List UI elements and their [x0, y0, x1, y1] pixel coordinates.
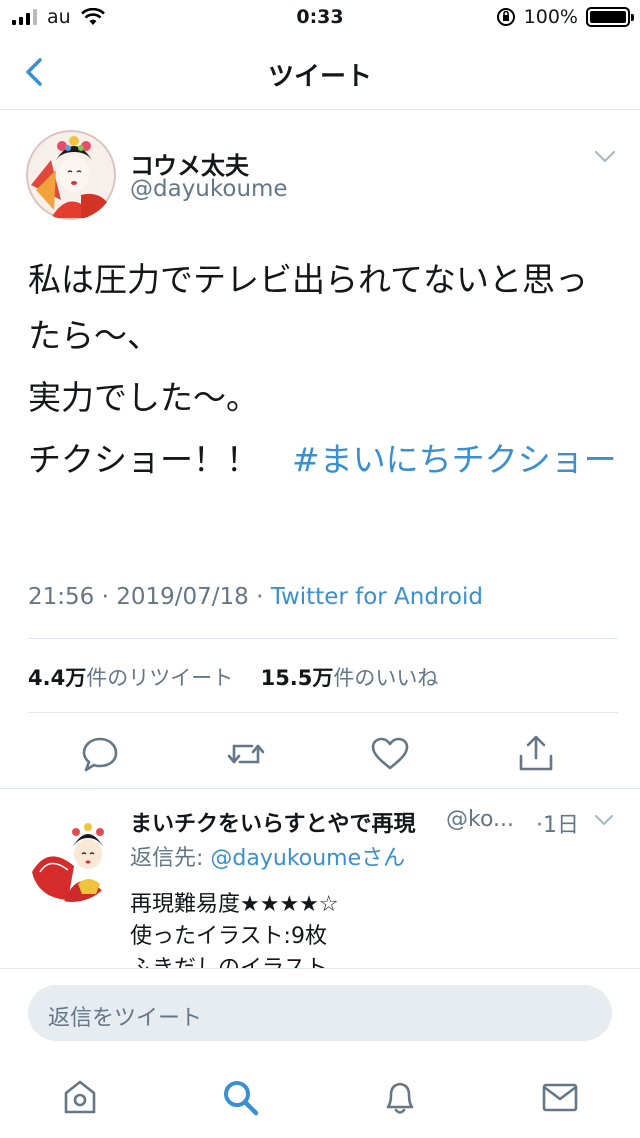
author-handle[interactable]: @dayukoume	[130, 176, 288, 202]
tweet-timestamp: 21:56 · 2019/07/18 ·	[28, 584, 271, 610]
tweet-stats: 4.4万件のリツイート 15.5万件のいいね	[28, 662, 438, 692]
tab-bar	[0, 1069, 640, 1129]
reply-icon[interactable]	[80, 734, 120, 774]
reply-to-mention[interactable]: @dayukoumeさん	[210, 846, 405, 871]
heart-icon[interactable]	[370, 734, 410, 774]
tweet-text-line: チクショー！！ #まいにちチクショー	[28, 432, 618, 488]
reply-author-name[interactable]: まいチクをいらすとやで再現	[130, 806, 416, 838]
search-icon[interactable]	[220, 1077, 260, 1117]
tweet-meta: 21:56 · 2019/07/18 · Twitter for Android	[28, 584, 483, 610]
orientation-lock-icon	[496, 8, 515, 26]
avatar[interactable]	[26, 130, 116, 220]
tweet-text: 私は圧力でテレビ出られてないと思ったら〜、 実力でした〜。 チクショー！！ #ま…	[28, 252, 618, 494]
like-label: 件のいいね	[333, 666, 439, 690]
divider	[0, 788, 640, 789]
reply-avatar[interactable]	[28, 814, 116, 902]
home-icon[interactable]	[60, 1077, 100, 1117]
nav-bar: ツイート	[0, 36, 640, 110]
retweet-stat[interactable]: 4.4万件のリツイート	[28, 666, 233, 690]
page-title: ツイート	[267, 62, 372, 92]
reply-text-line: ふきだしのイラスト	[130, 950, 328, 968]
bell-icon[interactable]	[380, 1077, 420, 1117]
tweet-actions	[0, 730, 640, 788]
reply-author-handle[interactable]: @ko...	[446, 807, 514, 832]
tweet-text-segment: チクショー！！	[28, 440, 292, 479]
reply-time: ·1日	[536, 813, 579, 838]
battery-icon	[586, 7, 634, 27]
tweet-text-line: 私は圧力でテレビ出られてないと思ったら〜、	[28, 260, 589, 355]
divider	[28, 638, 618, 639]
share-icon[interactable]	[516, 734, 556, 774]
tweet-source-link[interactable]: Twitter for Android	[271, 584, 483, 610]
status-right: 100%	[496, 6, 634, 28]
divider	[28, 712, 618, 713]
reply-tweet[interactable]: まいチクをいらすとやで再現 @ko... ·1日 返信先: @dayukoume…	[0, 790, 640, 968]
retweet-icon[interactable]	[226, 734, 266, 774]
retweet-count: 4.4万	[28, 666, 87, 690]
mail-icon[interactable]	[540, 1077, 580, 1117]
reply-to-label: 返信先:	[130, 846, 211, 871]
like-count: 15.5万	[260, 666, 334, 690]
compose-area: 返信をツイート	[0, 968, 640, 1138]
chevron-down-icon[interactable]	[594, 150, 616, 164]
status-bar: au 0:33 100%	[0, 0, 640, 36]
reply-text-line: 再現難易度★★★★☆	[130, 892, 339, 917]
chevron-down-icon[interactable]	[594, 814, 614, 826]
tweet-text-line: 実力でした〜。	[28, 378, 259, 417]
reply-text-line: 使ったイラスト:9枚	[130, 924, 327, 949]
hashtag-link[interactable]: #まいにちチクショー	[292, 440, 617, 479]
reply-to: 返信先: @dayukoumeさん	[130, 840, 405, 872]
retweet-label: 件のリツイート	[86, 666, 234, 690]
reply-input[interactable]: 返信をツイート	[28, 985, 612, 1041]
battery-percent: 100%	[523, 6, 578, 28]
like-stat[interactable]: 15.5万件のいいね	[261, 666, 439, 690]
